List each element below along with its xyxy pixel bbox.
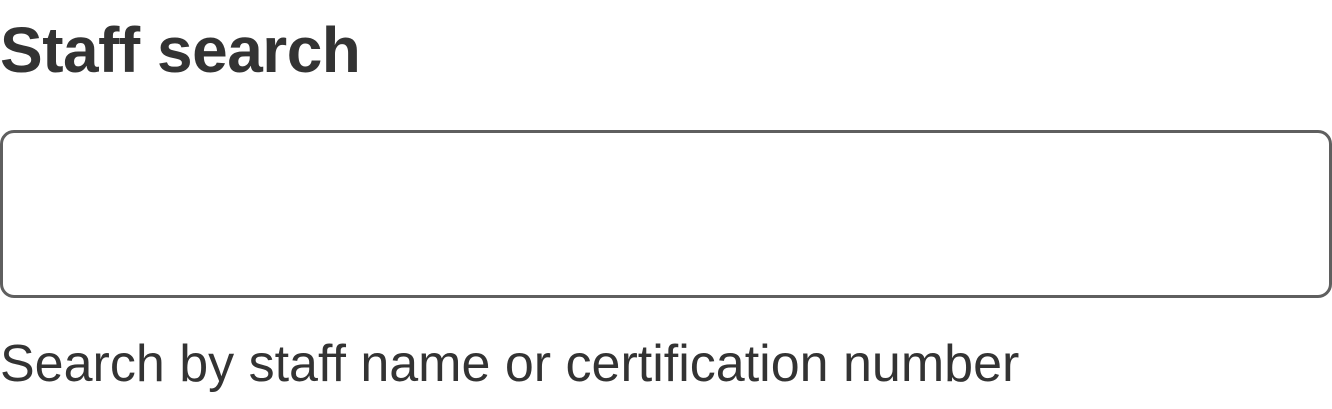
- field-label: Staff search: [0, 14, 361, 86]
- staff-search-form: Staff search Search by staff name or cer…: [0, 0, 1332, 409]
- field-hint: Search by staff name or certification nu…: [0, 335, 1020, 393]
- staff-search-input[interactable]: [0, 130, 1332, 298]
